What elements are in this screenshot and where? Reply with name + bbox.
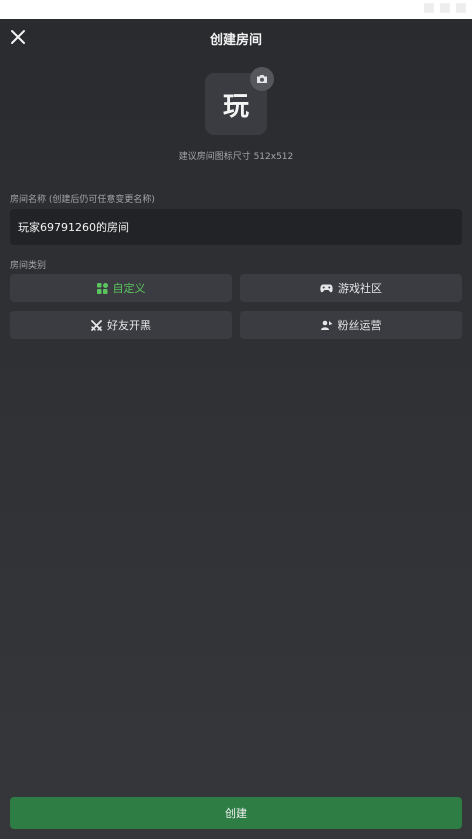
grid-icon — [96, 282, 108, 294]
crossed-swords-icon — [91, 319, 102, 331]
page-title: 创建房间 — [209, 33, 262, 48]
category-label: 好友开黑 — [107, 319, 151, 332]
category-label: 粉丝运营 — [337, 319, 382, 332]
category-label: 游戏社区 — [338, 282, 382, 295]
room-type-label: 房间类别 — [10, 261, 47, 271]
gamepad-icon — [320, 284, 333, 292]
category-custom[interactable]: 自定义 — [10, 274, 232, 302]
battery-icon — [456, 3, 466, 13]
category-friends-team[interactable]: 好友开黑 — [10, 311, 232, 339]
signal-icon — [440, 3, 450, 13]
category-label: 自定义 — [112, 282, 146, 295]
camera-icon — [257, 75, 267, 83]
room-name-input[interactable]: 玩家69791260的房间 — [10, 209, 462, 245]
fan-group-icon — [320, 320, 332, 330]
room-name-label: 房间名称 (创建后仍可任意变更名称) — [10, 195, 155, 205]
wifi-icon — [424, 3, 434, 13]
create-button[interactable]: 创建 — [10, 797, 462, 829]
change-icon-button[interactable] — [250, 67, 274, 91]
icon-size-hint: 建议房间图标尺寸 512x512 — [178, 152, 294, 162]
category-game-community[interactable]: 游戏社区 — [240, 274, 462, 302]
room-icon-picker[interactable]: 玩 — [205, 67, 274, 135]
status-time: 9:41 — [6, 2, 31, 15]
system-icons — [424, 3, 466, 13]
status-bar: 9:41 — [0, 0, 472, 19]
category-fan-operation[interactable]: 粉丝运营 — [240, 311, 462, 339]
create-room-screen: 创建房间 玩 建议房间图标尺寸 512x512 房间名称 (创建后仍可任意变更名… — [0, 19, 472, 839]
